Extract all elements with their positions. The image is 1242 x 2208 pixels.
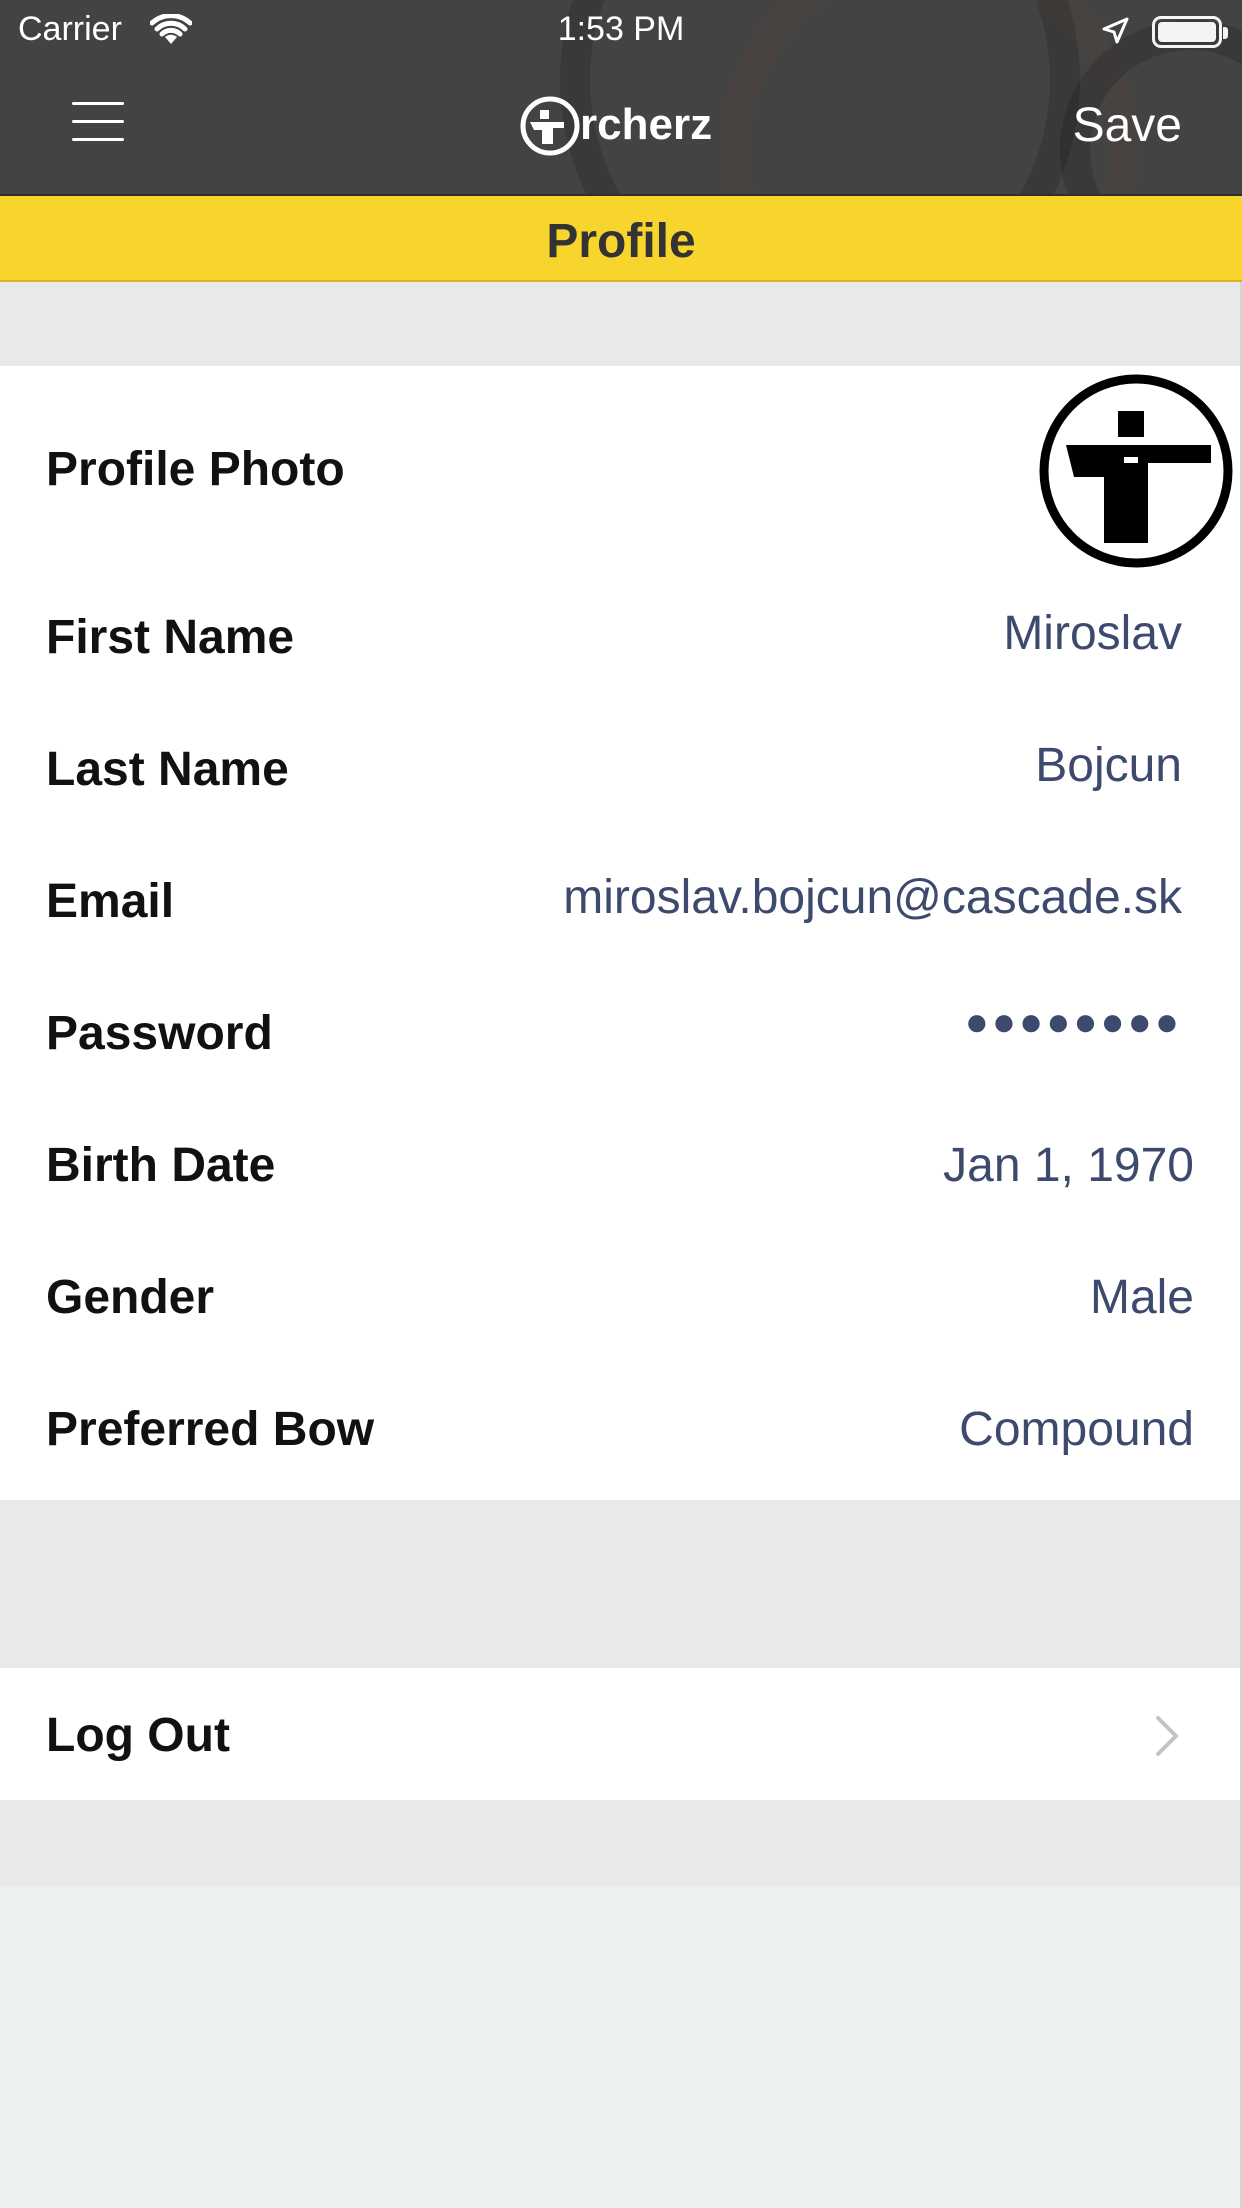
archer-logo-icon: [520, 96, 580, 156]
last-name-row[interactable]: Last Name Bojcun: [0, 728, 1242, 848]
birth-date-label: Birth Date: [46, 1139, 276, 1192]
archer-avatar-icon[interactable]: [1036, 371, 1236, 571]
password-row[interactable]: Password ●●●●●●●●: [0, 992, 1242, 1112]
first-name-label: First Name: [46, 611, 295, 664]
gender-label: Gender: [46, 1271, 215, 1324]
logout-label: Log Out: [46, 1709, 230, 1762]
last-name-value[interactable]: Bojcun: [1035, 738, 1182, 793]
preferred-bow-value[interactable]: Compound: [959, 1402, 1194, 1457]
page-title: Profile: [546, 215, 696, 268]
password-label: Password: [46, 1007, 273, 1060]
chevron-right-icon: [1156, 1716, 1178, 1756]
brand-text: rcherz: [580, 100, 713, 149]
gender-value[interactable]: Male: [1090, 1270, 1194, 1325]
email-label: Email: [46, 875, 175, 928]
preferred-bow-row[interactable]: Preferred Bow Compound: [0, 1388, 1242, 1500]
logout-group: Log Out: [0, 1668, 1242, 1800]
section-spacer: [0, 282, 1242, 366]
password-value[interactable]: ●●●●●●●●: [965, 1000, 1182, 1045]
save-button[interactable]: Save: [1073, 98, 1182, 153]
location-arrow-icon: [1102, 17, 1129, 44]
first-name-row[interactable]: First Name Miroslav: [0, 596, 1242, 716]
email-value[interactable]: miroslav.bojcun@cascade.sk: [563, 870, 1182, 925]
status-bar: Carrier 1:53 PM: [0, 0, 1242, 60]
battery-icon: [1152, 16, 1228, 48]
logout-row[interactable]: Log Out: [0, 1668, 1242, 1800]
app-header: Carrier 1:53 PM rcherz Save: [0, 0, 1242, 194]
preferred-bow-label: Preferred Bow: [46, 1403, 375, 1456]
section-spacer: [0, 1800, 1242, 1886]
last-name-label: Last Name: [46, 743, 289, 796]
brand-logo: rcherz: [520, 96, 730, 156]
hamburger-menu-icon[interactable]: [72, 100, 124, 144]
birth-date-value[interactable]: Jan 1, 1970: [943, 1138, 1194, 1193]
birth-date-row[interactable]: Birth Date Jan 1, 1970: [0, 1124, 1242, 1244]
profile-photo-label: Profile Photo: [46, 443, 345, 496]
title-bar: Profile: [0, 194, 1242, 282]
email-row[interactable]: Email miroslav.bojcun@cascade.sk: [0, 860, 1242, 980]
status-time: 1:53 PM: [557, 10, 685, 48]
gender-row[interactable]: Gender Male: [0, 1256, 1242, 1376]
section-spacer: [0, 1500, 1242, 1668]
first-name-value[interactable]: Miroslav: [1003, 606, 1182, 661]
